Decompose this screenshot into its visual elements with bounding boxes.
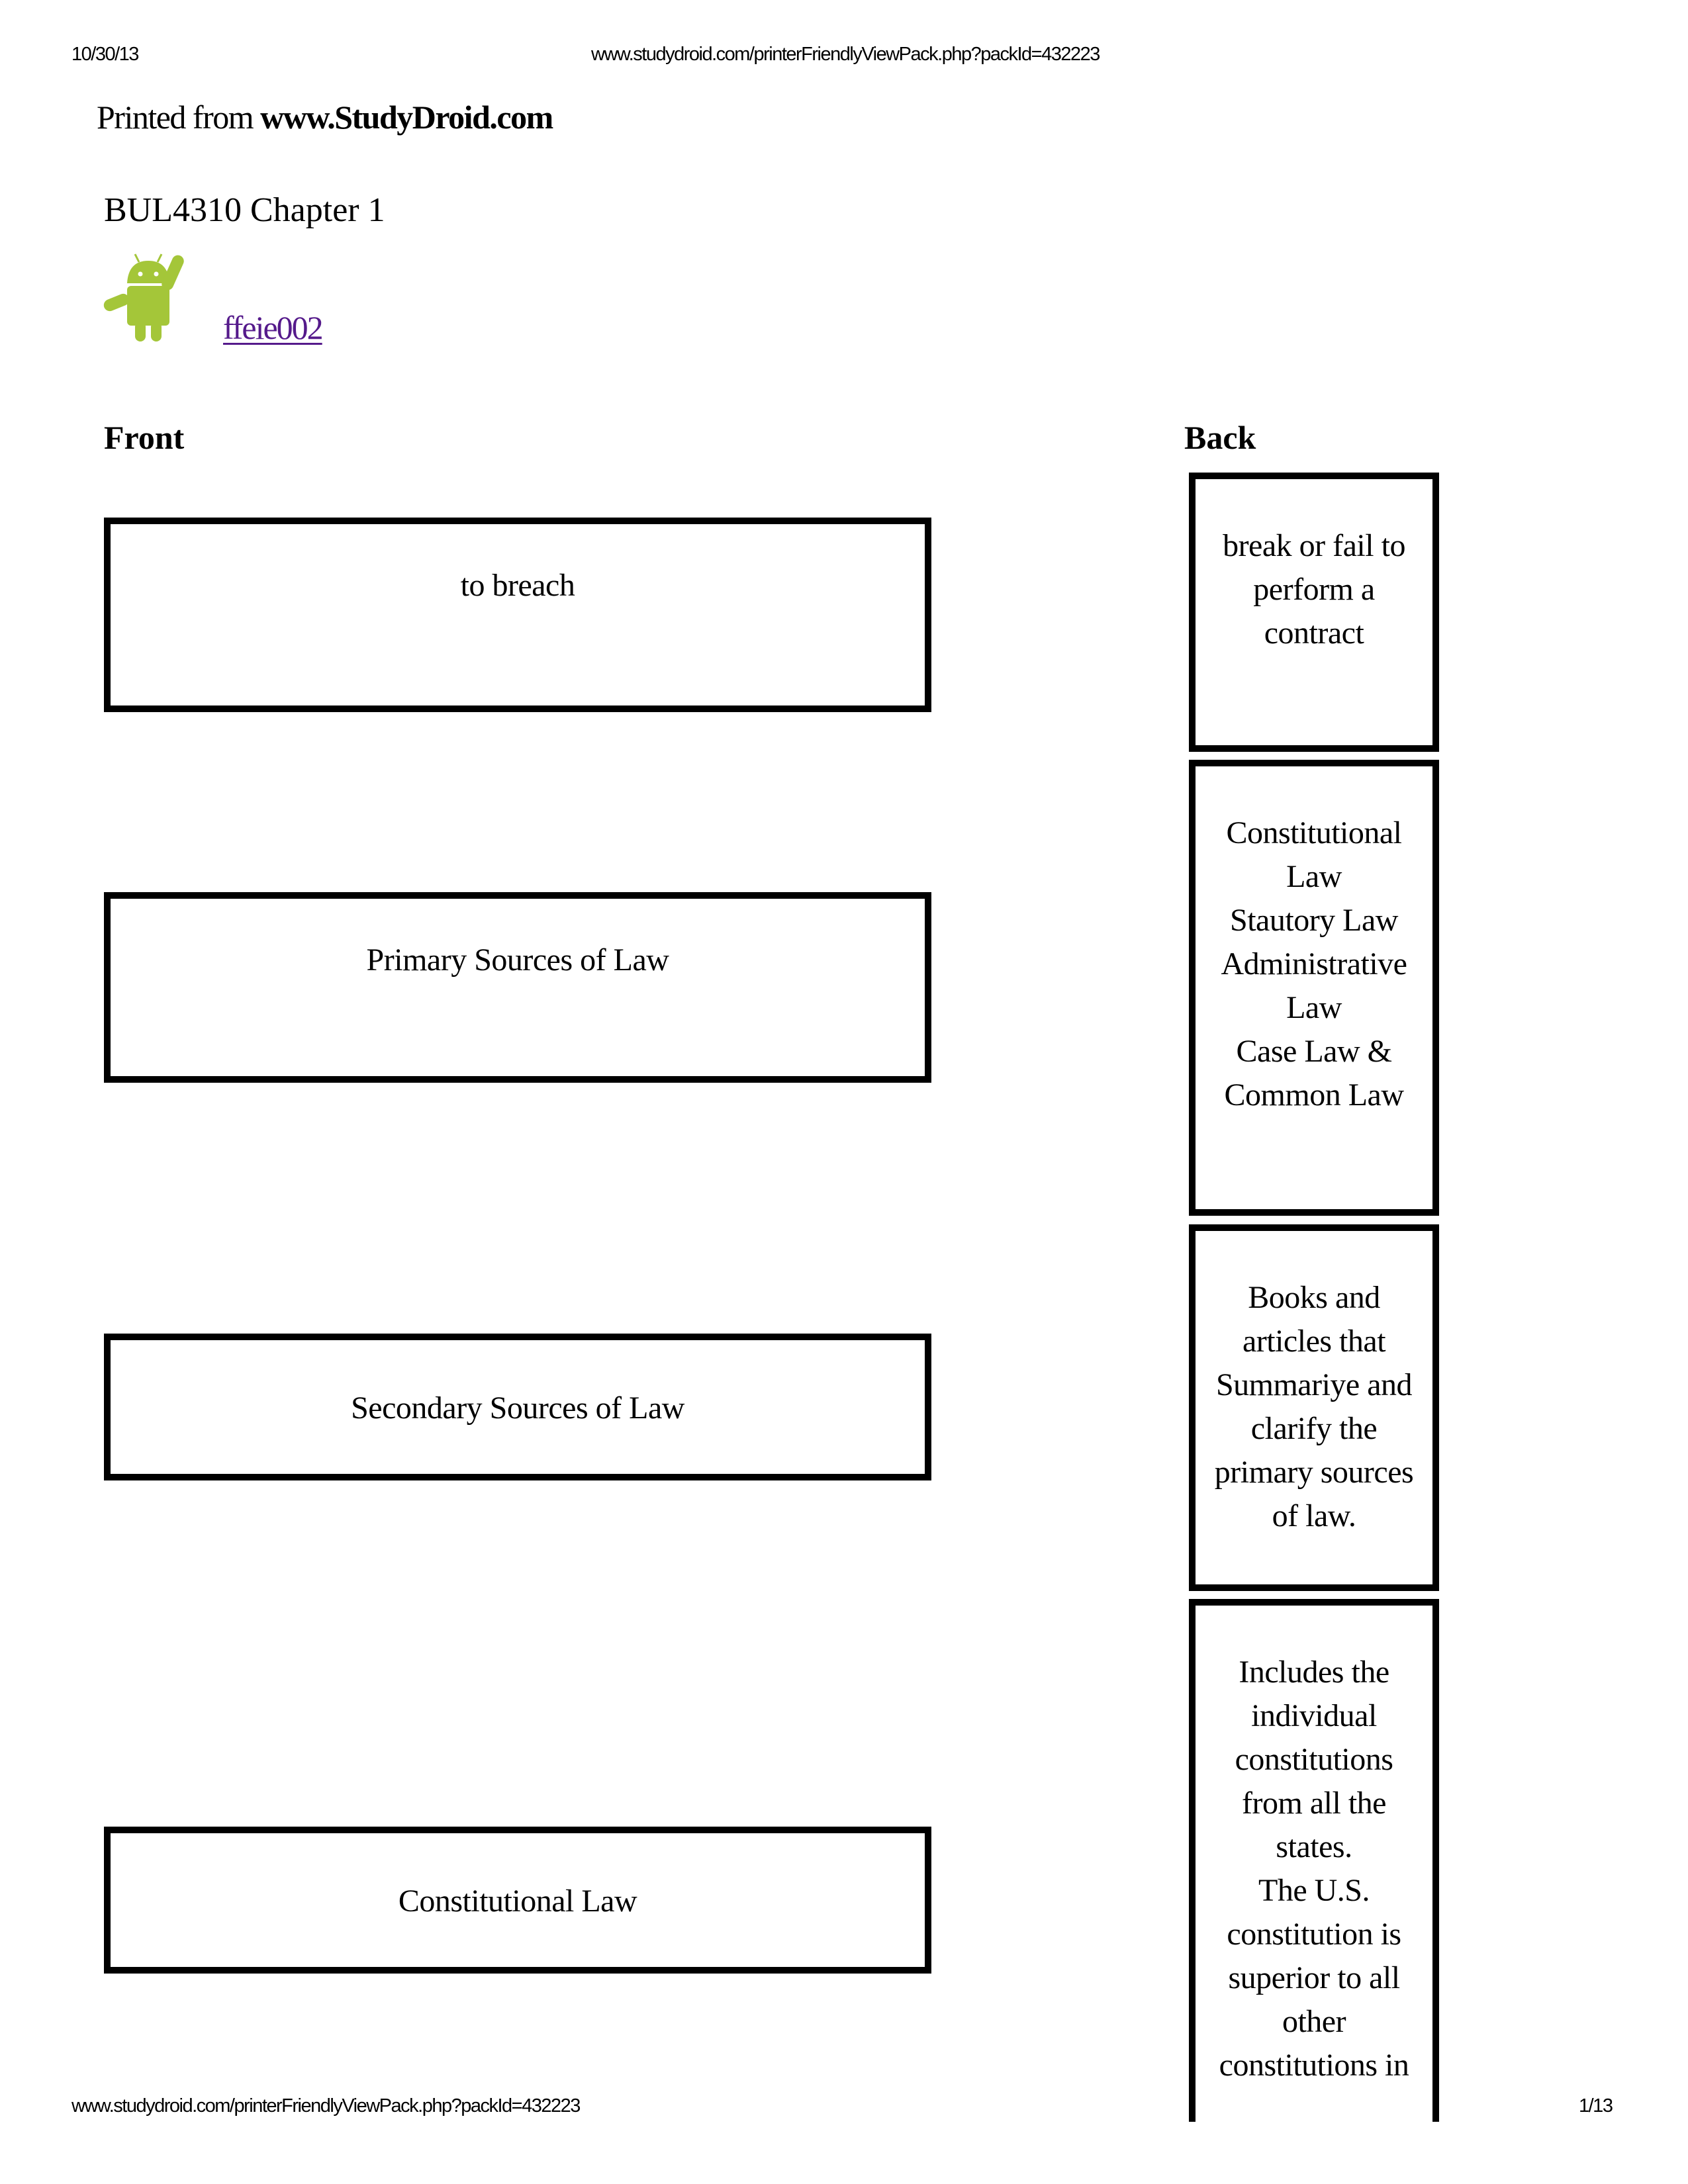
back-column-heading: Back xyxy=(1184,419,1256,456)
card-back: Books and articles that Summariye and cl… xyxy=(1189,1224,1439,1591)
card-back-line: constitution is xyxy=(1227,1917,1401,1952)
card-back-line: other xyxy=(1282,2004,1346,2039)
card-front-text: Secondary Sources of Law xyxy=(351,1390,684,1426)
card-front: Constitutional Law xyxy=(104,1827,931,1974)
card-back-line: of law. xyxy=(1272,1498,1356,1533)
card-front-text: Primary Sources of Law xyxy=(366,942,669,978)
card-back-line: Administrative xyxy=(1221,946,1407,981)
print-date: 10/30/13 xyxy=(71,44,139,65)
card-back-line: Books and xyxy=(1248,1280,1380,1315)
card-back-line: Stautory Law xyxy=(1230,903,1398,938)
card-back-line: constitutions in xyxy=(1219,2048,1409,2083)
card-back-line: constitutions xyxy=(1235,1742,1393,1777)
card-back-line: individual xyxy=(1251,1698,1377,1733)
card-back-line: break or fail to xyxy=(1223,528,1405,563)
card-front: Secondary Sources of Law xyxy=(104,1334,931,1480)
card-back-line: Law xyxy=(1286,859,1342,894)
card-back-line: Constitutional xyxy=(1226,815,1402,850)
page-number: 1/13 xyxy=(1579,2095,1613,2116)
pack-title: BUL4310 Chapter 1 xyxy=(104,191,385,229)
card-front: Primary Sources of Law xyxy=(104,892,931,1083)
card-back-line: Law xyxy=(1286,990,1342,1025)
printed-from-site: www.StudyDroid.com xyxy=(260,99,553,136)
card-back-line: Case Law & xyxy=(1236,1034,1392,1069)
card-back-line: clarify the xyxy=(1250,1411,1378,1446)
android-robot-icon xyxy=(103,253,184,341)
card-back-line: articles that xyxy=(1242,1324,1386,1359)
card-back-line: Includes the xyxy=(1239,1655,1389,1690)
card-back-line: Common Law xyxy=(1224,1077,1404,1113)
card-back-line: perform a xyxy=(1253,572,1375,607)
card-front-text: Constitutional Law xyxy=(398,1884,637,1919)
card-front-text: to breach xyxy=(460,568,575,603)
print-footer-url: www.studydroid.com/printerFriendlyViewPa… xyxy=(71,2095,581,2116)
card-back-line: superior to all xyxy=(1228,1960,1400,1995)
card-back-line: states. xyxy=(1276,1829,1352,1864)
author-link[interactable]: ffeie002 xyxy=(223,311,324,344)
card-back-line: primary sources xyxy=(1214,1455,1414,1490)
card-back: Constitutional Law Stautory Law Administ… xyxy=(1189,760,1439,1216)
card-back: break or fail to perform a contract xyxy=(1189,473,1439,752)
printed-from-banner: Printed from www.StudyDroid.com xyxy=(97,101,553,134)
card-back-line: contract xyxy=(1264,615,1364,651)
card-back-line: The U.S. xyxy=(1258,1873,1370,1908)
printed-from-prefix: Printed from xyxy=(97,99,261,136)
card-back-line: from all the xyxy=(1242,1786,1386,1821)
card-front: to breach xyxy=(104,518,931,712)
print-header-url: www.studydroid.com/printerFriendlyViewPa… xyxy=(591,44,1100,65)
card-back: Includes the individual constitutions fr… xyxy=(1189,1599,1439,2122)
card-back-line: Summariye and xyxy=(1215,1367,1413,1402)
front-column-heading: Front xyxy=(104,419,185,456)
